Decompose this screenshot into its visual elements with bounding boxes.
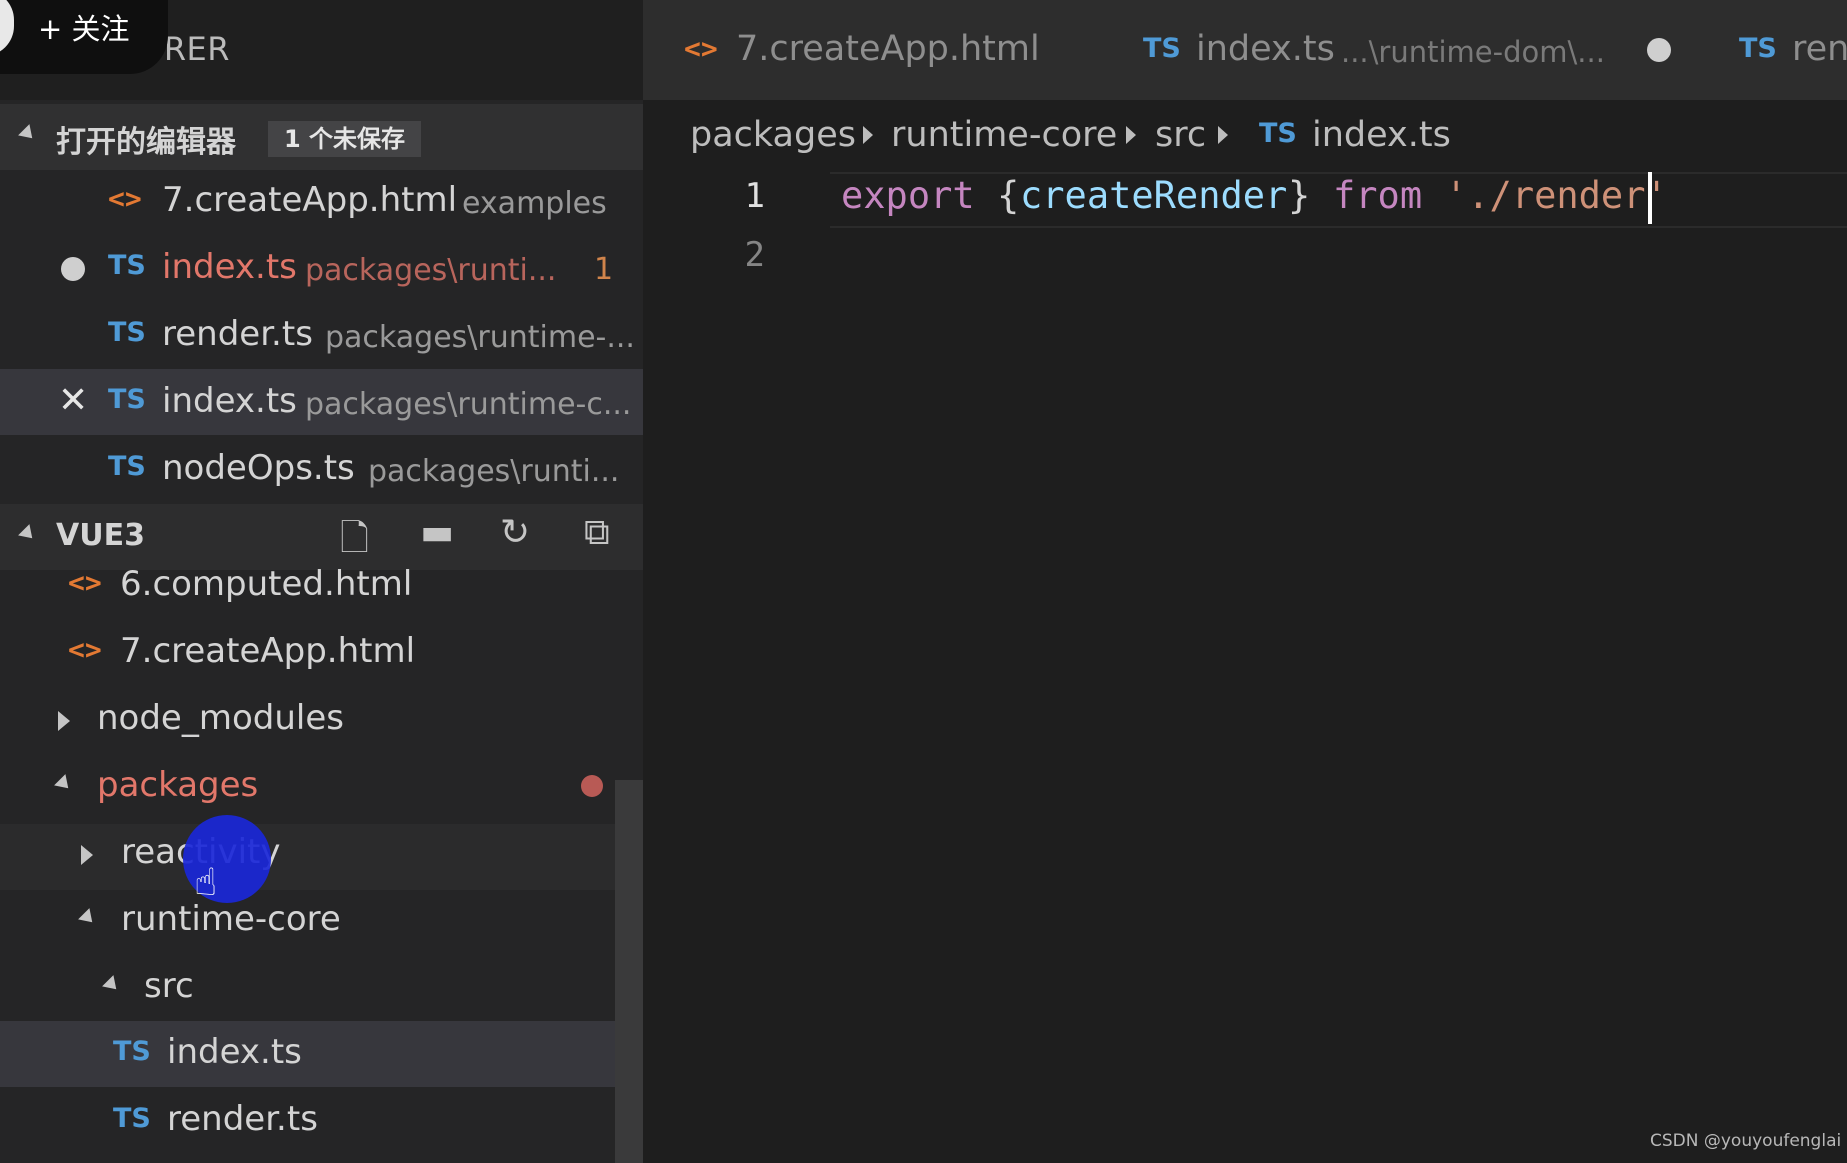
tree-item[interactable] [0, 1021, 615, 1087]
follow-button-label[interactable]: + 关注 [38, 6, 130, 48]
problem-count: 1 [594, 252, 614, 287]
html-file-icon: <> [68, 566, 102, 599]
code-token-identifier[interactable]: createRender [1020, 174, 1287, 217]
breadcrumb-item[interactable]: src [1155, 115, 1206, 155]
unsaved-dot-icon[interactable] [1647, 38, 1671, 62]
tab-label: 7.createApp.html [736, 29, 1040, 69]
open-editor-path: packages\runtime-... [325, 320, 635, 355]
open-editor-path: packages\runtime-c... [305, 387, 632, 422]
workspace-title: VUE3 [56, 518, 145, 553]
breadcrumb-item[interactable]: index.ts [1312, 115, 1451, 155]
open-editors-title: 打开的编辑器 [56, 125, 236, 160]
expand-arrow-icon[interactable] [81, 845, 93, 865]
tree-item-label: 6.computed.html [120, 564, 413, 604]
typescript-file-icon: TS [113, 1103, 151, 1134]
tree-folder[interactable] [0, 958, 643, 1024]
typescript-file-icon: TS [108, 451, 146, 482]
open-editor-path: examples [462, 186, 607, 221]
typescript-file-icon: TS [108, 384, 146, 415]
breadcrumb-item[interactable]: runtime-core [891, 115, 1117, 155]
typescript-file-icon: TS [108, 317, 146, 348]
html-file-icon: <> [68, 633, 102, 666]
html-file-icon: <> [684, 32, 718, 65]
text-cursor [1648, 172, 1652, 224]
open-editor-path: packages\runti... [368, 454, 620, 489]
chevron-right-icon [1126, 126, 1136, 144]
close-icon[interactable]: ✕ [58, 380, 88, 421]
tab-description: ...\runtime-dom\... [1341, 35, 1605, 69]
tree-item-label: src [144, 966, 194, 1006]
new-folder-icon[interactable]: ▬ [420, 512, 454, 553]
tab-label: index.ts [1196, 29, 1335, 69]
line-number: 1 [744, 176, 765, 216]
tab-label: ren [1792, 29, 1847, 69]
modified-dot-icon [581, 775, 603, 797]
line-number: 2 [744, 235, 765, 275]
open-editor-name: render.ts [162, 314, 313, 354]
refresh-icon[interactable]: ↻ [500, 512, 530, 553]
tree-item-label: node_modules [97, 698, 344, 738]
tree-item-label: render.ts [167, 1099, 318, 1139]
tree-item-label: 7.createApp.html [120, 631, 416, 671]
unsaved-count-badge: 1 个未保存 [268, 121, 422, 157]
code-token-punct[interactable]: { [997, 174, 1019, 217]
html-file-icon: <> [108, 182, 142, 215]
typescript-file-icon: TS [1143, 33, 1181, 64]
code-token-keyword[interactable]: from [1333, 174, 1422, 217]
open-editor-name: nodeOps.ts [162, 448, 355, 488]
open-editor-name: index.ts [162, 247, 297, 287]
typescript-file-icon: TS [113, 1036, 151, 1067]
typescript-file-icon: TS [108, 250, 146, 281]
open-editor-path: packages\runti... [305, 253, 557, 288]
chevron-right-icon [863, 126, 873, 144]
chevron-right-icon [1218, 126, 1228, 144]
tree-item-label: index.ts [167, 1032, 302, 1072]
hand-pointer-icon: ☝ [194, 860, 218, 904]
tree-item-label: packages [97, 765, 259, 805]
collapse-all-icon[interactable]: ⧉ [584, 512, 610, 554]
typescript-file-icon: TS [1739, 33, 1777, 64]
typescript-file-icon: TS [1259, 118, 1297, 149]
code-token-punct[interactable]: } [1288, 174, 1310, 217]
breadcrumb-item[interactable]: packages [690, 115, 856, 155]
tree-item-label: runtime-core [121, 899, 341, 939]
open-editor-name: index.ts [162, 381, 297, 421]
unsaved-dot-icon[interactable] [61, 257, 85, 281]
tree-folder[interactable] [0, 824, 643, 890]
watermark: CSDN @youyoufenglai [1650, 1131, 1842, 1151]
code-token-keyword[interactable]: export [841, 174, 975, 217]
expand-arrow-icon[interactable] [58, 711, 70, 731]
code-token-string[interactable]: './render' [1445, 174, 1668, 217]
open-editor-name: 7.createApp.html [162, 180, 458, 220]
sidebar-scrollbar[interactable] [615, 780, 643, 1163]
